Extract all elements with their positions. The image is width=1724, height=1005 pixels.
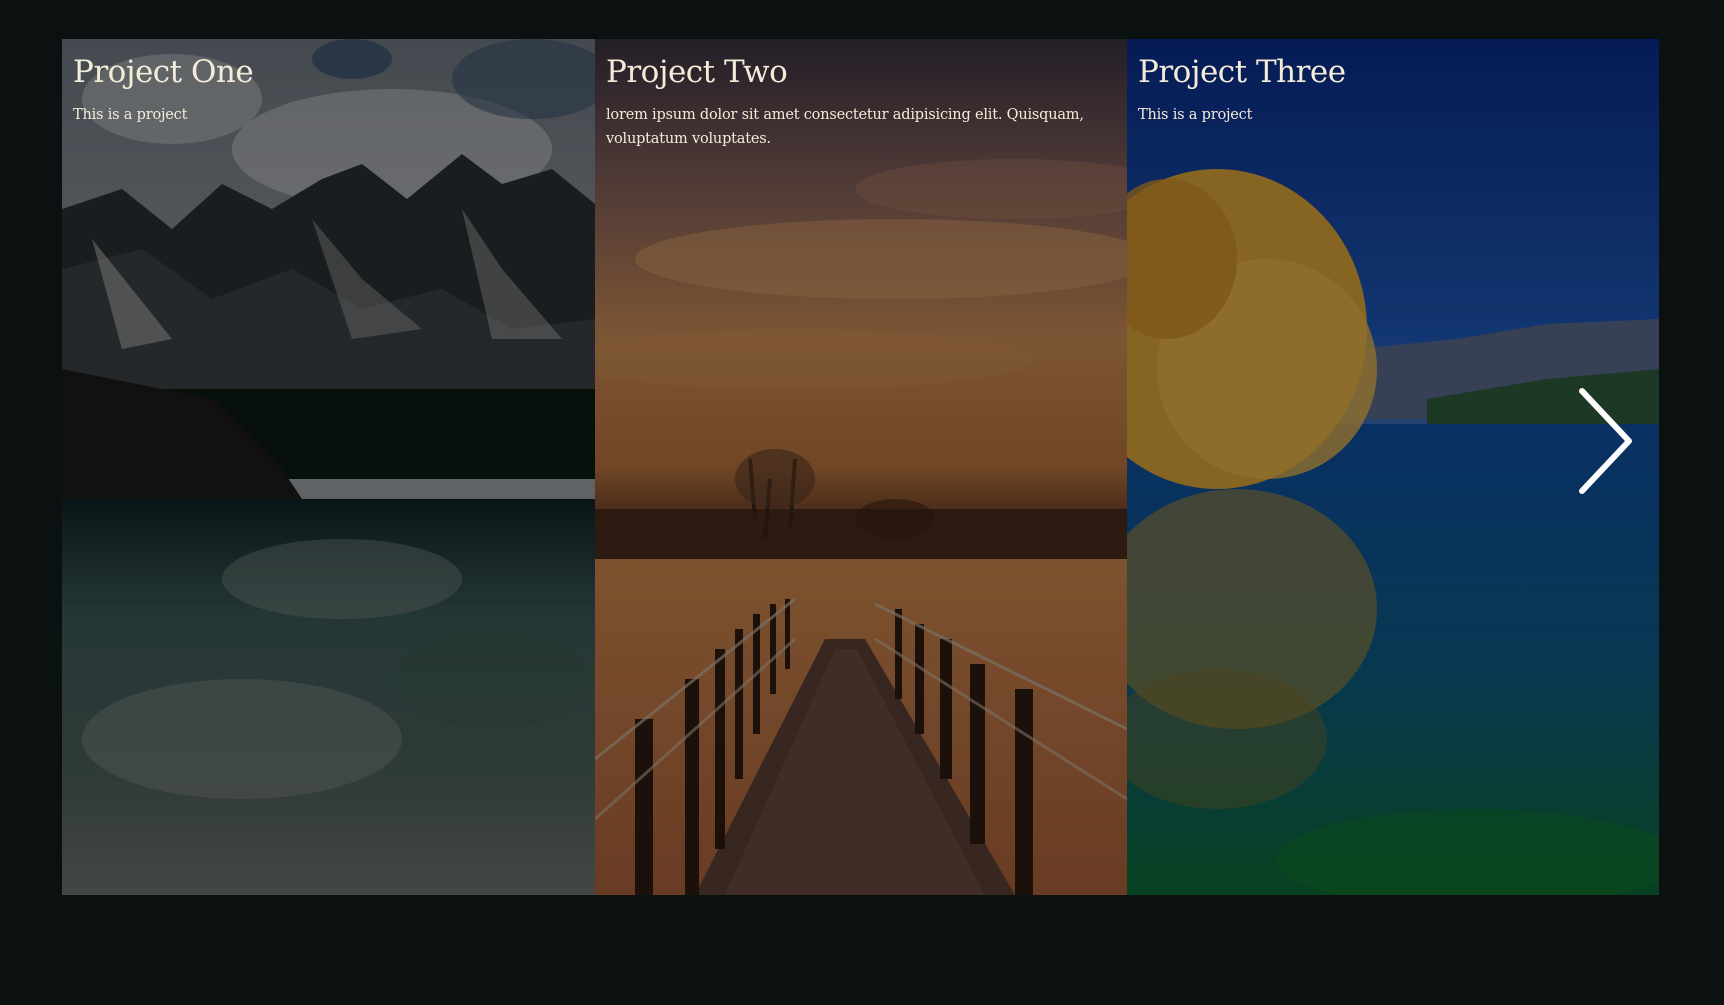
carousel-next-button[interactable] bbox=[1572, 386, 1636, 496]
project-title: Project Three bbox=[1138, 54, 1346, 90]
card-overlay bbox=[62, 39, 595, 895]
card-text: Project Three This is a project bbox=[1138, 47, 1648, 127]
project-description: lorem ipsum dolor sit amet consectetur a… bbox=[606, 107, 1084, 147]
card-text: Project One This is a project bbox=[73, 47, 584, 127]
project-title: Project One bbox=[73, 54, 254, 90]
project-description: This is a project bbox=[1138, 107, 1253, 123]
project-description: This is a project bbox=[73, 107, 188, 123]
project-card-one[interactable]: Project One This is a project bbox=[62, 39, 595, 895]
project-carousel: Project One This is a project Project Tw… bbox=[62, 39, 1659, 895]
card-overlay bbox=[595, 39, 1127, 895]
card-text: Project Two lorem ipsum dolor sit amet c… bbox=[606, 47, 1116, 151]
chevron-right-icon bbox=[1579, 388, 1632, 494]
project-card-two[interactable]: Project Two lorem ipsum dolor sit amet c… bbox=[595, 39, 1127, 895]
project-title: Project Two bbox=[606, 54, 788, 90]
